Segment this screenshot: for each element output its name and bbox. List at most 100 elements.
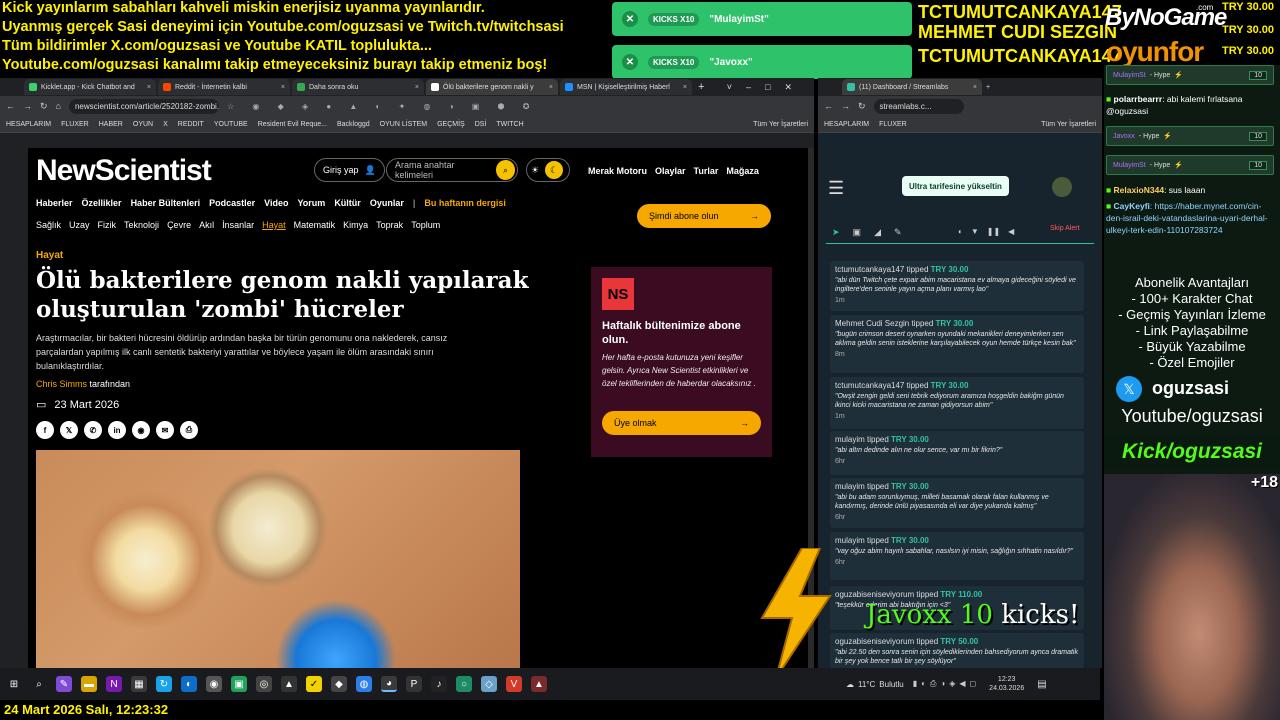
search-box[interactable]: Arama anahtar kelimeleri ⌕ <box>386 158 518 182</box>
bookmark-folder[interactable]: X <box>163 121 168 128</box>
bookmark-link[interactable]: Backloggd <box>337 121 370 128</box>
all-bookmarks[interactable]: Tüm Yer İşaretleri <box>1041 121 1096 128</box>
topic-item[interactable]: Toplum <box>411 220 440 230</box>
calendar-app-icon[interactable]: ▦ <box>131 676 147 692</box>
send-icon[interactable]: ➤ <box>832 227 840 238</box>
close-icon[interactable]: × <box>683 84 687 91</box>
topic-item[interactable]: Teknoloji <box>124 220 159 230</box>
upgrade-button[interactable]: Ultra tarifesine yükseltin <box>902 176 1009 196</box>
app-icon[interactable]: ◇ <box>481 676 497 692</box>
bookmark-folder[interactable]: HESAPLARIM <box>6 121 51 128</box>
tray-icons[interactable]: ▮◐⎙◑◈◀◻ <box>913 679 980 689</box>
file-explorer-icon[interactable]: ▬ <box>81 676 97 692</box>
close-icon[interactable]: × <box>281 84 285 91</box>
theme-toggle[interactable]: ☀ ☾ <box>526 158 570 182</box>
window-controls[interactable]: ˅–□✕ <box>727 82 806 93</box>
newsletter-button[interactable]: Üye olmak → <box>602 411 761 435</box>
onenote-icon[interactable]: N <box>106 676 122 692</box>
topic-item[interactable]: Fizik <box>98 220 117 230</box>
top-link[interactable]: Mağaza <box>726 166 759 176</box>
bookmark-folder[interactable]: HABER <box>99 121 123 128</box>
app-icon[interactable]: P <box>406 676 422 692</box>
top-link[interactable]: Turlar <box>694 166 719 176</box>
facebook-icon[interactable]: f <box>36 421 54 439</box>
login-button[interactable]: Giriş yap 👤 <box>314 158 385 182</box>
topic-item[interactable]: Sağlık <box>36 220 61 230</box>
obs-icon[interactable]: ◎ <box>256 676 272 692</box>
topic-item-active[interactable]: Hayat <box>262 220 286 230</box>
topic-item[interactable]: Matematik <box>294 220 336 230</box>
top-link[interactable]: Merak Motoru <box>588 166 647 176</box>
linkedin-icon[interactable]: in <box>108 421 126 439</box>
home-icon[interactable]: ⌂ <box>56 101 61 111</box>
camera-icon[interactable]: ◉ <box>206 676 222 692</box>
site-logo[interactable]: NewScientist <box>36 154 212 188</box>
topic-item[interactable]: Akıl <box>199 220 214 230</box>
new-tab-button[interactable]: + <box>698 81 704 93</box>
nav-item[interactable]: Video <box>264 198 288 208</box>
nav-item[interactable]: Kültür <box>334 198 361 208</box>
feather-app-icon[interactable]: ✎ <box>56 676 72 692</box>
app-icon[interactable]: ○ <box>456 676 472 692</box>
bookmark-folder[interactable]: FLUXER <box>61 121 89 128</box>
back-icon[interactable]: ← <box>824 101 833 111</box>
app-icon[interactable]: ▲ <box>531 676 547 692</box>
tool-icon[interactable]: ▲ <box>281 676 297 692</box>
top-link[interactable]: Olaylar <box>655 166 686 176</box>
system-clock[interactable]: 12:23 24.03.2026 <box>989 675 1024 693</box>
bookmark-folder[interactable]: FLUXER <box>879 121 907 128</box>
nav-item[interactable]: Özellikler <box>82 198 122 208</box>
search-icon[interactable]: ⌕ <box>31 676 47 692</box>
chrome-icon[interactable]: ◕ <box>381 676 397 692</box>
article-category[interactable]: Hayat <box>36 250 63 261</box>
notification-icon[interactable]: ▤ <box>1037 679 1046 690</box>
windows-start-icon[interactable]: ⊞ <box>6 676 22 692</box>
sticky-notes-icon[interactable]: ✓ <box>306 676 322 692</box>
gift-icon[interactable]: ▣ <box>853 227 862 238</box>
nav-item[interactable]: Yorum <box>297 198 325 208</box>
browser-tab[interactable]: Daha sonra oku × <box>292 79 424 95</box>
topic-item[interactable]: Uzay <box>69 220 90 230</box>
megaphone-icon[interactable]: ◢ <box>874 227 881 238</box>
bookmark-folder[interactable]: REDDIT <box>178 121 204 128</box>
bookmark-folder[interactable]: HESAPLARIM <box>824 121 869 128</box>
filter-icon[interactable]: ▼ <box>971 227 979 236</box>
all-bookmarks[interactable]: Tüm Yer İşaretleri <box>753 121 808 128</box>
close-icon[interactable]: × <box>415 84 419 91</box>
nav-item[interactable]: Podcastler <box>209 198 255 208</box>
url-field[interactable]: newscientist.com/article/2520182-zombi..… <box>68 98 219 114</box>
browser-tab-active[interactable]: (11) Dashboard / Streamlabs × <box>842 79 982 95</box>
topic-item[interactable]: Kimya <box>343 220 368 230</box>
bookmark-folder[interactable]: OYUN LİSTEM <box>380 121 427 128</box>
search-input[interactable]: Arama anahtar kelimeleri <box>395 160 490 180</box>
pause-icon[interactable]: ❚❚ <box>987 227 1000 236</box>
bookmark-folder[interactable]: GEÇMİŞ <box>437 121 465 128</box>
close-icon[interactable]: × <box>147 84 151 91</box>
reload-icon[interactable]: ↻ <box>858 101 866 112</box>
bookmark-link[interactable]: Resident Evil Reque... <box>258 121 327 128</box>
edge-icon[interactable]: ◐ <box>181 676 197 692</box>
nav-item[interactable]: Haberler <box>36 198 73 208</box>
search-icon[interactable]: ⌕ <box>496 160 515 180</box>
browser-tab[interactable]: Reddit - İnternetin kalbi × <box>158 79 290 95</box>
nav-item[interactable]: Oyunlar <box>370 198 404 208</box>
topic-item[interactable]: İnsanlar <box>222 220 254 230</box>
hamburger-icon[interactable]: ☰ <box>828 178 844 199</box>
x-icon[interactable]: 𝕏 <box>60 421 78 439</box>
pen-icon[interactable]: ✎ <box>894 227 902 238</box>
browser-tab[interactable]: MSN | Kişiselleştirilmiş Haberl × <box>560 79 692 95</box>
bookmark-folder[interactable]: TWITCH <box>496 121 523 128</box>
volume-icon[interactable]: ◀ <box>1008 227 1014 236</box>
music-icon[interactable]: ♪ <box>431 676 447 692</box>
forward-icon[interactable]: → <box>841 101 850 111</box>
close-icon[interactable]: × <box>549 84 553 91</box>
bookmark-folder[interactable]: DSİ <box>475 121 487 128</box>
xbox-icon[interactable]: ▣ <box>231 676 247 692</box>
weather-widget[interactable]: ☁ 11°C Bulutlu <box>846 680 904 689</box>
reddit-icon[interactable]: ◉ <box>132 421 150 439</box>
browser-tab-active[interactable]: Ölü bakterilere genom nakli y × <box>426 79 558 95</box>
extension-icons[interactable]: ☆ ◉ ◆ ◈ ● ▲ ◐ ✦ ◍ ◑ ▣ ⬢ ✪ <box>227 102 808 111</box>
steam-icon[interactable]: ◍ <box>356 676 372 692</box>
nav-item[interactable]: Haber Bültenleri <box>131 198 201 208</box>
vivaldi-icon[interactable]: V <box>506 676 522 692</box>
